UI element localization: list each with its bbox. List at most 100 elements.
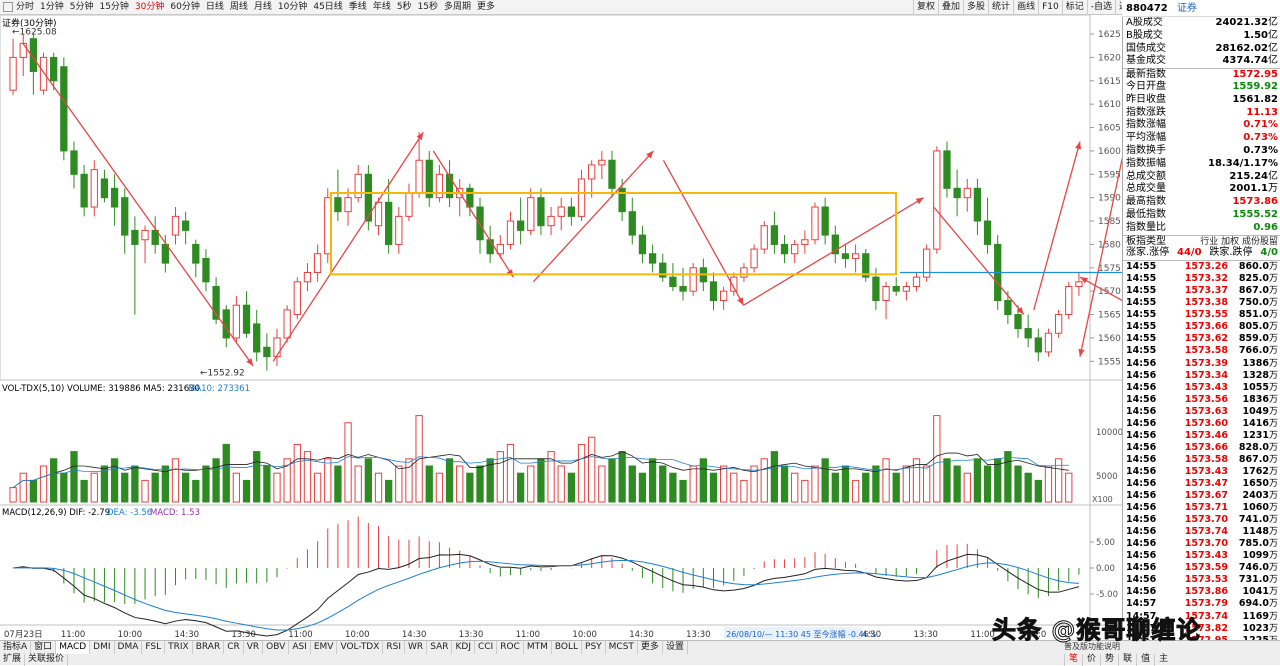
period-tab[interactable]: 1分钟 <box>37 0 67 15</box>
extension-tab[interactable]: 扩展 <box>0 654 26 666</box>
indicator-tab[interactable]: EMV <box>311 641 338 654</box>
trend-arrowhead <box>506 269 514 278</box>
indicator-tab[interactable]: 窗口 <box>31 641 57 654</box>
period-tab[interactable]: 15分钟 <box>96 0 131 15</box>
indicator-tab[interactable]: DMI <box>90 641 115 654</box>
draw-tool-button[interactable]: 联 <box>1118 654 1136 666</box>
volume-bar <box>131 465 139 503</box>
indicator-tab[interactable]: TRIX <box>165 641 193 654</box>
candle-up <box>415 159 423 194</box>
indicator-tab[interactable]: CCI <box>475 641 498 654</box>
period-tab[interactable]: 30分钟 <box>132 0 167 15</box>
board-type-value[interactable]: 行业 加权 成份股留 <box>1200 236 1278 248</box>
chart-tool-button[interactable]: F10 <box>1038 0 1062 15</box>
kline-chart[interactable]: 证券(30分钟)15551560156515701575158015851590… <box>0 15 1122 640</box>
stat-unit: 亿 <box>1268 170 1278 182</box>
indicator-tab[interactable]: VR <box>244 641 264 654</box>
indicator-tab[interactable]: DMA <box>115 641 143 654</box>
indicator-tab[interactable]: PSY <box>582 641 606 654</box>
indicator-tab[interactable]: MTM <box>524 641 552 654</box>
period-tab[interactable]: 5分钟 <box>67 0 97 15</box>
candle-down <box>709 281 718 302</box>
volume-bar <box>212 458 220 503</box>
chart-tool-button[interactable]: -自选 <box>1086 0 1115 15</box>
candle-up <box>1075 281 1083 287</box>
tick-volume: 1148万 <box>1242 526 1278 538</box>
indicator-tab[interactable]: MACD <box>56 641 91 654</box>
trend-arrow <box>933 206 1025 315</box>
extension-tab[interactable]: 关联报价 <box>25 654 69 666</box>
indicator-tab[interactable]: BRAR <box>193 641 225 654</box>
draw-tool-button[interactable]: 主 <box>1154 654 1172 666</box>
period-tab[interactable]: 分时 <box>13 0 37 15</box>
candle-down <box>334 197 342 213</box>
stat-value: 18.34/1.17% <box>1208 157 1278 169</box>
indicator-tab[interactable]: VOL-TDX <box>337 641 384 654</box>
period-tab[interactable]: 5秒 <box>394 0 415 15</box>
candle-up <box>902 285 911 292</box>
tick-volume: 825.0万 <box>1238 273 1278 285</box>
chart-tool-button[interactable]: 复权 <box>913 0 938 15</box>
chart-tool-button[interactable]: 叠加 <box>938 0 963 15</box>
period-tab[interactable]: 多周期 <box>441 0 474 15</box>
volume-bar <box>638 472 647 503</box>
stat-row: 总成交额 215.24亿 <box>1123 171 1280 184</box>
period-tab[interactable]: 15秒 <box>415 0 441 15</box>
period-tab[interactable]: 更多 <box>474 0 498 15</box>
indicator-tab[interactable]: CR <box>224 641 244 654</box>
period-tab[interactable]: 60分钟 <box>167 0 202 15</box>
tick-list[interactable]: 14:55 1573.26 860.0万 14:55 1573.32 825.0万 14:5… <box>1123 260 1280 640</box>
indicator-tab[interactable]: 更多 <box>638 641 663 654</box>
tick-price: 1573.32 <box>1184 273 1228 285</box>
tick-price: 1573.58 <box>1184 453 1228 465</box>
period-tab[interactable]: 日线 <box>203 0 227 15</box>
tick-time: 14:55 <box>1126 333 1157 345</box>
period-tab[interactable]: 月线 <box>251 0 275 15</box>
chart-tool-button[interactable]: 标记 <box>1061 0 1087 15</box>
draw-tool-button[interactable]: 价 <box>1082 654 1100 666</box>
indicator-tab[interactable]: WR <box>405 641 428 654</box>
period-tab[interactable]: 10分钟 <box>275 0 310 15</box>
draw-tool-button[interactable]: 笔 <box>1064 654 1082 666</box>
indicator-tab[interactable]: 指标A <box>0 641 32 654</box>
indicator-tab[interactable]: FSL <box>142 641 166 654</box>
chart-tool-button[interactable]: 统计 <box>988 0 1013 15</box>
candle-up <box>506 220 515 245</box>
indicator-tab[interactable]: ASI <box>289 641 311 654</box>
indicator-tab[interactable]: KDJ <box>452 641 475 654</box>
candle-up <box>719 290 728 302</box>
tick-row: 14:56 1573.53 731.0万 <box>1123 574 1280 586</box>
draw-tool-button[interactable]: 势 <box>1100 654 1118 666</box>
grid-icon[interactable] <box>3 2 13 12</box>
trend-arrowhead <box>416 132 424 141</box>
period-tab[interactable]: 周线 <box>227 0 251 15</box>
tick-time: 14:56 <box>1126 381 1157 393</box>
indicator-tab[interactable]: 设置 <box>663 641 688 654</box>
updown-row: 涨家.涨停 44/0 跌家.跌停 4/0 <box>1123 247 1280 260</box>
tick-unit: 万 <box>1268 346 1278 357</box>
indicator-tab[interactable]: ROC <box>497 641 524 654</box>
volume-bar <box>973 458 982 503</box>
candle-down <box>628 211 636 236</box>
indicator-tab[interactable]: SAR <box>427 641 453 654</box>
draw-tool-button[interactable]: 值 <box>1136 654 1154 666</box>
stat-label: 今日开盘 <box>1126 80 1166 92</box>
trend-arrowhead <box>246 358 254 366</box>
stat-value: 1573.86 <box>1232 196 1278 208</box>
indicator-tab[interactable]: OBV <box>263 641 290 654</box>
chart-tool-button[interactable]: 多股 <box>963 0 988 15</box>
period-tab[interactable]: 45日线 <box>310 0 345 15</box>
trend-arrowhead <box>1075 141 1082 150</box>
indicator-tab[interactable]: MCST <box>606 641 638 654</box>
candle-down <box>872 276 880 302</box>
stock-name[interactable]: 证券 <box>1177 3 1197 14</box>
macd-dif-line <box>13 553 1080 637</box>
chart-tool-button[interactable]: 画线 <box>1013 0 1038 15</box>
tick-time: 14:56 <box>1126 477 1157 489</box>
indicator-tab[interactable]: RSI <box>383 641 406 654</box>
period-tab[interactable]: 季线 <box>346 0 370 15</box>
tick-volume: 1386万 <box>1242 357 1278 369</box>
period-tab[interactable]: 年线 <box>370 0 394 15</box>
indicator-tab[interactable]: BOLL <box>552 641 583 654</box>
tick-row: 14:55 1573.37 867.0万 <box>1123 285 1280 297</box>
